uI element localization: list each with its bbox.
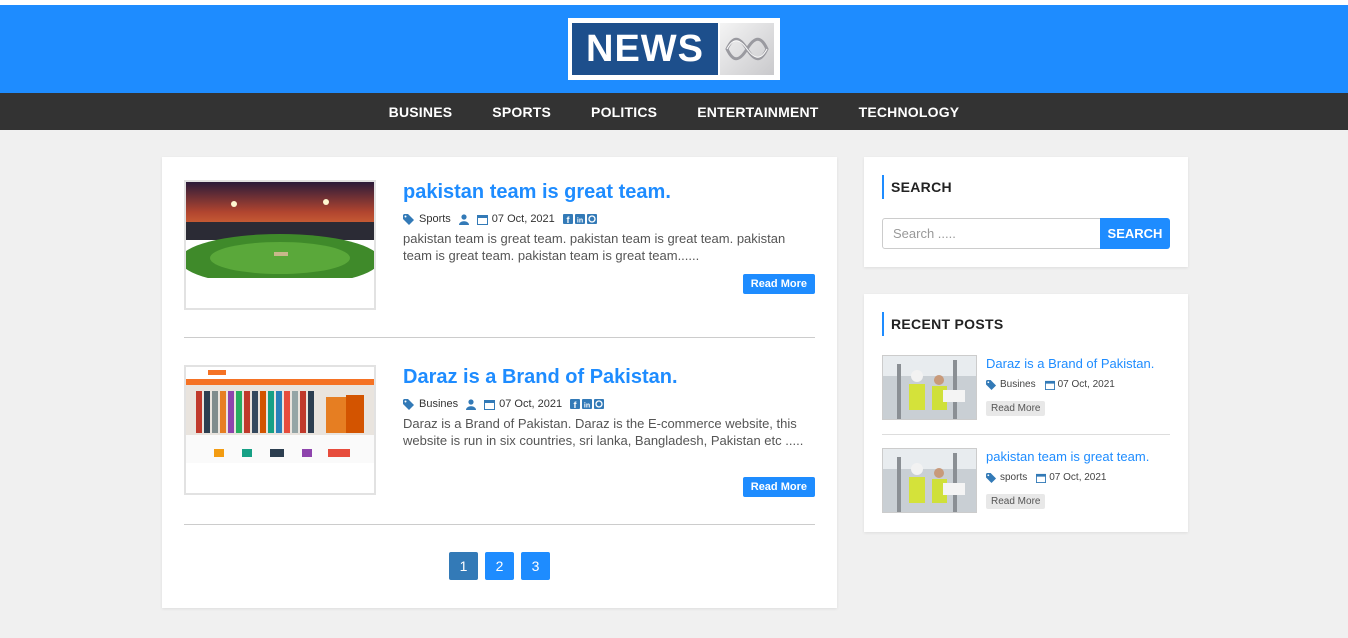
search-input[interactable] <box>882 218 1101 249</box>
read-more-button[interactable]: Read More <box>742 274 815 294</box>
post-thumbnail-stadium[interactable] <box>184 180 376 310</box>
nav-item-technology[interactable]: TECHNOLOGY <box>859 104 960 120</box>
post-thumbnail-daraz[interactable] <box>184 365 376 495</box>
calendar-icon <box>484 399 496 410</box>
widget-title: SEARCH <box>882 175 952 199</box>
post-title[interactable]: Daraz is a Brand of Pakistan. <box>403 365 815 389</box>
recent-post-title[interactable]: Daraz is a Brand of Pakistan. <box>986 355 1154 372</box>
search-button[interactable]: SEARCH <box>1100 218 1170 249</box>
recent-post-thumbnail[interactable] <box>882 355 977 420</box>
tag-icon <box>403 213 414 225</box>
recent-posts-widget: RECENT POSTS Daraz is a Brand of Pakista… <box>864 294 1188 532</box>
tag-icon <box>986 472 997 483</box>
user-icon <box>466 398 477 410</box>
posts-panel: pakistan team is great team. Sports 07 O… <box>162 157 837 608</box>
abc-logo-icon <box>720 23 774 75</box>
page-button-3[interactable]: 3 <box>521 552 550 580</box>
main-nav: BUSINES SPORTS POLITICS ENTERTAINMENT TE… <box>0 93 1348 130</box>
recent-post-date: 07 Oct, 2021 <box>1049 472 1107 483</box>
read-more-button[interactable]: Read More <box>986 401 1046 416</box>
widget-title: RECENT POSTS <box>882 312 1004 336</box>
post-card: pakistan team is great team. Sports 07 O… <box>184 180 815 310</box>
svg-text:in: in <box>584 403 590 410</box>
site-header: NEWS <box>0 5 1348 93</box>
page-button-2[interactable]: 2 <box>485 552 514 580</box>
calendar-icon <box>1044 380 1055 390</box>
post-date: 07 Oct, 2021 <box>491 213 555 225</box>
recent-post-category[interactable]: Busines <box>1000 379 1036 390</box>
nav-item-busines[interactable]: BUSINES <box>389 104 453 120</box>
pagination: 1 2 3 <box>162 552 837 580</box>
site-logo[interactable]: NEWS <box>568 18 780 80</box>
read-more-button[interactable]: Read More <box>742 477 815 497</box>
recent-post-thumbnail[interactable] <box>882 448 977 513</box>
post-divider <box>184 337 815 338</box>
post-excerpt: Daraz is a Brand of Pakistan. Daraz is t… <box>403 416 804 448</box>
post-card: Daraz is a Brand of Pakistan. Busines 07… <box>184 365 815 497</box>
pinterest-icon[interactable] <box>594 399 605 409</box>
post-date: 07 Oct, 2021 <box>499 398 563 410</box>
recent-post-date: 07 Oct, 2021 <box>1057 379 1115 390</box>
recent-post-meta: Busines 07 Oct, 2021 <box>986 379 1115 390</box>
recent-post-title[interactable]: pakistan team is great team. <box>986 448 1149 465</box>
svg-text:in: in <box>577 218 583 225</box>
search-widget: SEARCH SEARCH <box>864 157 1188 267</box>
post-category[interactable]: Busines <box>419 398 458 410</box>
logo-text: NEWS <box>572 23 718 75</box>
recent-post-meta: sports 07 Oct, 2021 <box>986 472 1107 483</box>
post-body: Daraz is a Brand of Pakistan. Busines 07… <box>403 365 815 449</box>
post-meta: Busines 07 Oct, 2021 f in <box>403 397 815 411</box>
facebook-icon[interactable]: f <box>562 214 573 224</box>
recent-post-item: pakistan team is great team. sports 07 O… <box>882 448 1170 513</box>
post-category[interactable]: Sports <box>419 213 451 225</box>
post-title[interactable]: pakistan team is great team. <box>403 180 815 204</box>
post-divider <box>184 524 815 525</box>
page-button-1[interactable]: 1 <box>449 552 478 580</box>
post-body: pakistan team is great team. Sports 07 O… <box>403 180 815 264</box>
nav-item-sports[interactable]: SPORTS <box>492 104 551 120</box>
recent-post-item: Daraz is a Brand of Pakistan. Busines 07… <box>882 355 1170 420</box>
read-more-button[interactable]: Read More <box>986 494 1046 509</box>
nav-item-politics[interactable]: POLITICS <box>591 104 657 120</box>
pinterest-icon[interactable] <box>586 214 597 224</box>
nav-item-entertainment[interactable]: ENTERTAINMENT <box>697 104 818 120</box>
recent-post-category[interactable]: sports <box>1000 472 1027 483</box>
facebook-icon[interactable]: f <box>570 399 581 409</box>
tag-icon <box>403 398 414 410</box>
post-meta: Sports 07 Oct, 2021 f in <box>403 212 815 226</box>
linkedin-icon[interactable]: in <box>574 214 585 225</box>
linkedin-icon[interactable]: in <box>582 399 593 410</box>
calendar-icon <box>476 214 488 225</box>
tag-icon <box>986 379 997 390</box>
user-icon <box>458 213 469 225</box>
calendar-icon <box>1036 473 1047 483</box>
recent-post-divider <box>882 434 1170 435</box>
post-excerpt: pakistan team is great team. pakistan te… <box>403 231 786 263</box>
